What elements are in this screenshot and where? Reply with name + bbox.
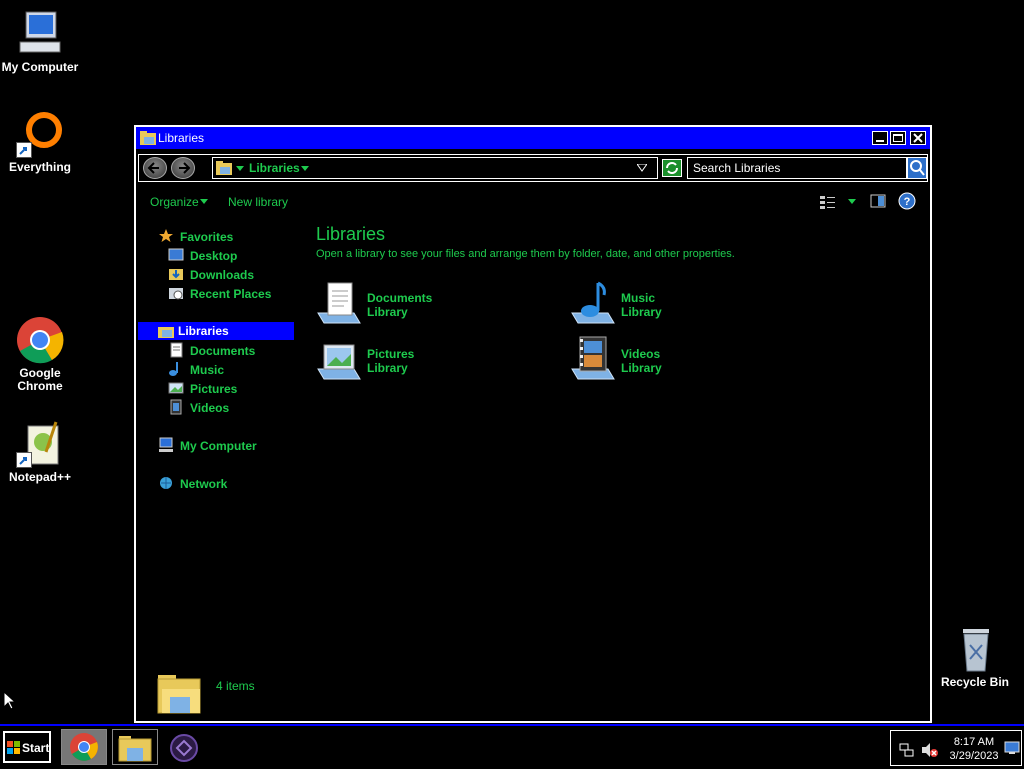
forward-arrow-icon: [179, 162, 191, 174]
network-status-icon[interactable]: [899, 743, 915, 757]
pictures-library-icon: [317, 344, 361, 380]
library-videos[interactable]: Videos Library: [568, 335, 768, 383]
help-icon[interactable]: ?: [898, 192, 916, 210]
nav-pictures[interactable]: Pictures: [168, 380, 288, 398]
desktop-icon-google-chrome[interactable]: Google Chrome: [0, 316, 80, 393]
videos-icon: [170, 399, 182, 415]
file-explorer-icon: [118, 736, 152, 762]
refresh-button[interactable]: [662, 159, 682, 177]
search-icon: [910, 160, 925, 176]
recycle-bin-icon: [951, 625, 999, 673]
breadcrumb-chevron-icon[interactable]: [236, 166, 244, 172]
taskbar-chrome[interactable]: [61, 729, 107, 765]
desktop-icon-my-computer[interactable]: My Computer: [0, 10, 80, 74]
content-title: Libraries: [316, 224, 386, 244]
clock-time[interactable]: 8:17 AM: [949, 736, 999, 748]
breadcrumb-libraries[interactable]: Libraries: [249, 161, 300, 175]
nav-music[interactable]: Music: [168, 361, 288, 379]
forward-button[interactable]: [171, 157, 195, 179]
nav-recent-places[interactable]: Recent Places: [168, 285, 298, 303]
downloads-icon: [169, 269, 183, 280]
start-button[interactable]: Start: [3, 731, 51, 763]
nav-network[interactable]: Network: [158, 475, 288, 493]
libraries-folder-icon: [140, 131, 156, 145]
window-title: Libraries: [158, 131, 205, 145]
address-bar[interactable]: Libraries: [212, 157, 658, 179]
nav-downloads[interactable]: Downloads: [168, 266, 288, 284]
start-label: Start: [22, 741, 50, 755]
taskbar-file-explorer[interactable]: [112, 729, 158, 765]
clock-date[interactable]: 3/29/2023: [946, 750, 1002, 762]
chrome-icon: [70, 733, 98, 761]
star-icon: [159, 229, 173, 242]
libraries-folder-icon: [216, 161, 232, 175]
nav-documents[interactable]: Documents: [168, 342, 288, 360]
svg-text:?: ?: [904, 196, 911, 208]
taskbar: Start 8:17 AM 3/29/2023: [0, 724, 1024, 768]
close-button[interactable]: [910, 131, 926, 145]
minimize-button[interactable]: [872, 131, 888, 145]
organize-menu[interactable]: Organize: [150, 195, 199, 209]
documents-library-icon: [317, 282, 361, 324]
navigation-bar: Libraries: [138, 154, 928, 182]
search-button[interactable]: [907, 157, 927, 179]
library-pictures[interactable]: Pictures Library: [314, 335, 514, 383]
shortcut-arrow-icon: [16, 142, 32, 158]
content-description: Open a library to see your files and arr…: [316, 248, 735, 260]
chrome-icon: [16, 316, 64, 364]
network-icon: [160, 477, 172, 489]
desktop-icon-recycle-bin[interactable]: Recycle Bin: [935, 625, 1015, 689]
address-history-dropdown-icon[interactable]: [637, 164, 647, 172]
view-dropdown-icon[interactable]: [848, 199, 856, 205]
new-library-button[interactable]: New library: [228, 195, 288, 209]
libraries-folder-icon: [158, 327, 174, 338]
everything-icon: [16, 110, 64, 158]
notepad-plus-plus-icon: [16, 420, 64, 468]
mouse-cursor-icon: [3, 691, 17, 710]
computer-icon: [16, 10, 64, 58]
organize-chevron-icon[interactable]: [200, 199, 208, 205]
desktop-icon: [168, 248, 184, 261]
videos-library-icon: [571, 336, 615, 380]
preview-pane-icon[interactable]: [870, 193, 886, 209]
back-arrow-icon: [147, 162, 159, 174]
show-desktop-icon[interactable]: [1004, 741, 1020, 755]
music-note-icon: [169, 362, 178, 376]
back-button[interactable]: [143, 157, 167, 179]
desktop-icon-notepad-plus-plus[interactable]: Notepad++: [0, 420, 80, 484]
volume-muted-icon[interactable]: [921, 742, 939, 758]
search-input[interactable]: [687, 157, 907, 179]
nav-videos[interactable]: Videos: [168, 399, 288, 417]
nav-favorites[interactable]: Favorites: [158, 228, 288, 246]
refresh-icon: [666, 162, 678, 174]
view-options-icon[interactable]: [819, 194, 837, 210]
desktop-icon-everything[interactable]: Everything: [0, 110, 80, 174]
breadcrumb-chevron-icon[interactable]: [301, 166, 309, 172]
explorer-window[interactable]: Libraries Libraries Search Libraries Org…: [134, 125, 932, 723]
status-item-count: 4 items: [216, 679, 255, 693]
pictures-icon: [168, 382, 184, 394]
system-tray: 8:17 AM 3/29/2023: [890, 730, 1022, 766]
documents-icon: [170, 342, 183, 358]
maximize-button[interactable]: [890, 131, 906, 145]
nav-libraries[interactable]: Libraries: [138, 322, 294, 340]
taskbar-app-icon[interactable]: [166, 732, 202, 764]
windows-logo-icon: [7, 741, 20, 754]
computer-icon: [159, 437, 173, 452]
shortcut-arrow-icon: [16, 452, 32, 468]
close-icon: [913, 133, 923, 143]
music-library-icon: [571, 281, 615, 324]
nav-my-computer[interactable]: My Computer: [158, 437, 288, 455]
library-music[interactable]: Music Library: [568, 279, 768, 327]
title-bar[interactable]: Libraries: [136, 127, 930, 149]
nav-desktop[interactable]: Desktop: [168, 247, 288, 265]
libraries-large-folder-icon: [157, 675, 201, 714]
recent-places-icon: [169, 288, 183, 300]
library-documents[interactable]: Documents Library: [314, 279, 514, 327]
